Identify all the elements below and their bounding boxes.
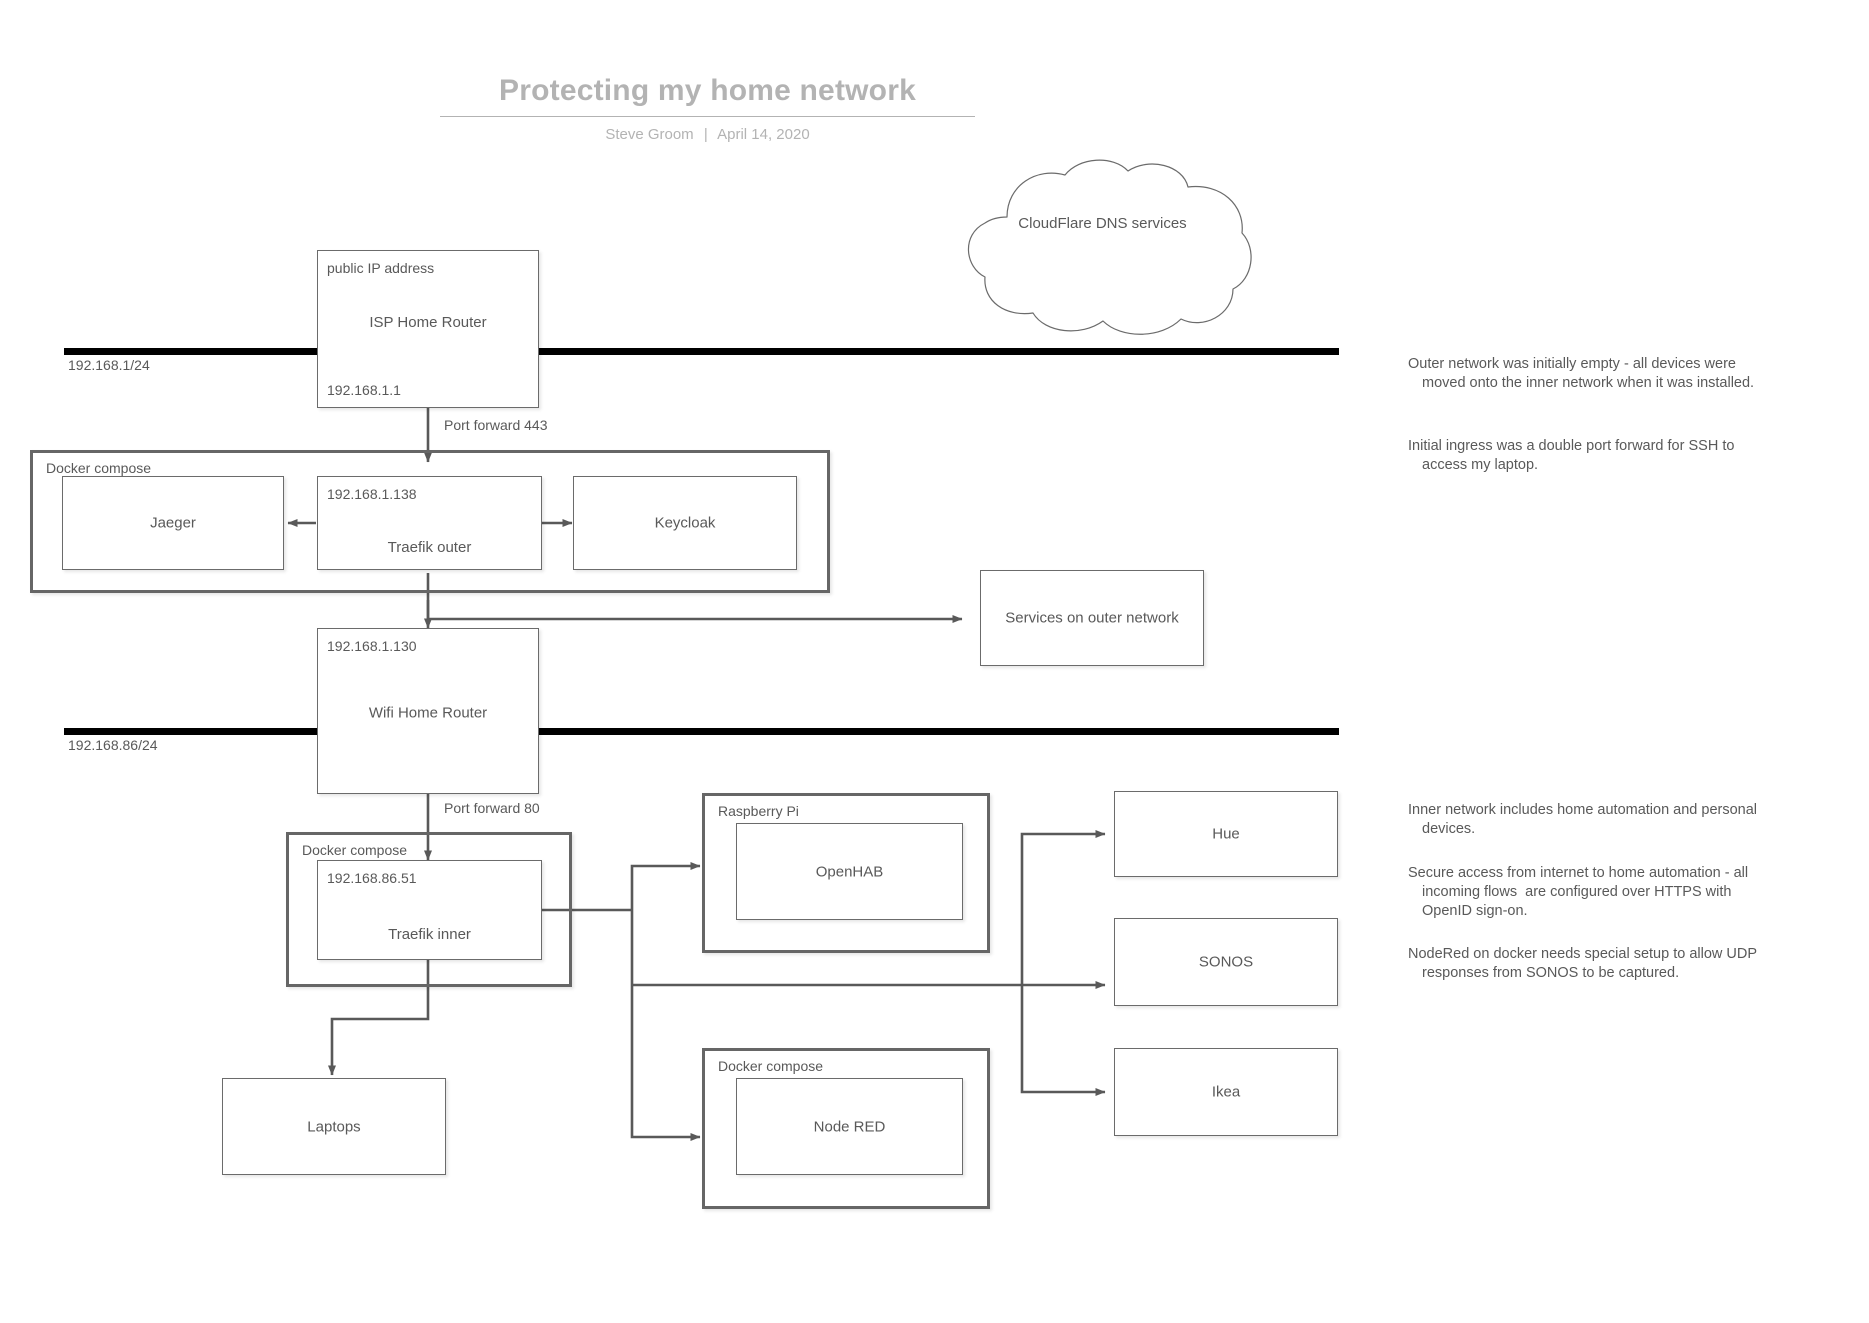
edge-label-port-forward-443: Port forward 443 <box>444 417 548 433</box>
node-laptops[interactable]: Laptops <box>222 1078 446 1175</box>
node-hue[interactable]: Hue <box>1114 791 1338 877</box>
inner-network-bus <box>64 728 1339 735</box>
node-services-on-outer-network[interactable]: Services on outer network <box>980 570 1204 666</box>
byline-separator: | <box>703 126 708 143</box>
cloudflare-cloud: CloudFlare DNS services <box>945 155 1260 340</box>
node-openhab[interactable]: OpenHAB <box>736 823 963 920</box>
node-red-name: Node RED <box>813 1118 886 1135</box>
cloud-label: CloudFlare DNS services <box>1018 215 1187 232</box>
byline-author: Steve Groom <box>605 126 694 143</box>
inner-network-label: 192.168.86/24 <box>68 737 158 753</box>
title-divider <box>440 116 975 117</box>
node-keycloak[interactable]: Keycloak <box>573 476 797 570</box>
edge-label-port-forward-80: Port forward 80 <box>444 800 540 816</box>
byline: Steve Groom | April 14, 2020 <box>440 126 975 143</box>
node-sonos[interactable]: SONOS <box>1114 918 1338 1006</box>
title-block: Protecting my home network Steve Groom |… <box>440 72 975 143</box>
traefik-inner-ip: 192.168.86.51 <box>327 870 417 886</box>
page-title: Protecting my home network <box>499 74 916 107</box>
node-ikea[interactable]: Ikea <box>1114 1048 1338 1136</box>
openhab-name: OpenHAB <box>815 863 884 880</box>
traefik-outer-name: Traefik outer <box>387 539 472 556</box>
note-secure-access: Secure access from internet to home auto… <box>1408 865 1753 919</box>
node-wifi-home-router[interactable]: 192.168.1.130 Wifi Home Router <box>317 628 539 794</box>
group-label-docker-compose-outer: Docker compose <box>44 460 154 476</box>
node-node-red[interactable]: Node RED <box>736 1078 963 1175</box>
byline-date: April 14, 2020 <box>717 126 810 143</box>
ikea-name: Ikea <box>1211 1083 1241 1101</box>
wifi-router-ip: 192.168.1.130 <box>327 638 417 654</box>
outer-network-bus <box>64 348 1339 355</box>
wifi-router-name: Wifi Home Router <box>368 704 488 722</box>
wire-trunk-to-openhab <box>630 862 701 910</box>
note-outer-empty: Outer network was initially empty - all … <box>1408 356 1755 391</box>
services-outer-name: Services on outer network <box>1005 609 1179 627</box>
traefik-outer-ip: 192.168.1.138 <box>327 486 417 502</box>
traefik-inner-name: Traefik inner <box>388 926 471 943</box>
sonos-name: SONOS <box>1198 953 1254 971</box>
node-traefik-outer[interactable]: 192.168.1.138 Traefik outer <box>317 476 542 570</box>
isp-router-name: ISP Home Router <box>369 314 487 331</box>
diagram-canvas: Protecting my home network Steve Groom |… <box>0 0 1869 1323</box>
note-nodered-udp: NodeRed on docker needs special setup to… <box>1408 946 1761 981</box>
outer-network-label: 192.168.1/24 <box>68 357 150 373</box>
group-label-docker-compose-nodered: Docker compose <box>716 1058 826 1074</box>
group-label-raspberry-pi: Raspberry Pi <box>716 803 801 819</box>
wire-trunk-to-ikea <box>1020 985 1106 1096</box>
cloud-shape-icon <box>967 159 1252 335</box>
jaeger-name: Jaeger <box>150 514 196 532</box>
isp-router-ip: 192.168.1.1 <box>327 382 401 398</box>
node-traefik-inner[interactable]: 192.168.86.51 Traefik inner <box>317 860 542 960</box>
note-initial-ingress: Initial ingress was a double port forwar… <box>1408 438 1739 473</box>
note-inner-network: Inner network includes home automation a… <box>1408 802 1762 837</box>
group-label-docker-compose-inner: Docker compose <box>300 842 410 858</box>
node-isp-home-router[interactable]: public IP address ISP Home Router 192.16… <box>317 250 539 408</box>
hue-name: Hue <box>1212 825 1240 843</box>
laptops-name: Laptops <box>307 1118 361 1135</box>
wire-trunk-to-nodered <box>630 910 701 1141</box>
node-jaeger[interactable]: Jaeger <box>62 476 284 570</box>
keycloak-name: Keycloak <box>654 514 716 532</box>
isp-router-public-ip-label: public IP address <box>327 260 435 276</box>
wire-trunk-to-hue <box>1020 830 1106 985</box>
